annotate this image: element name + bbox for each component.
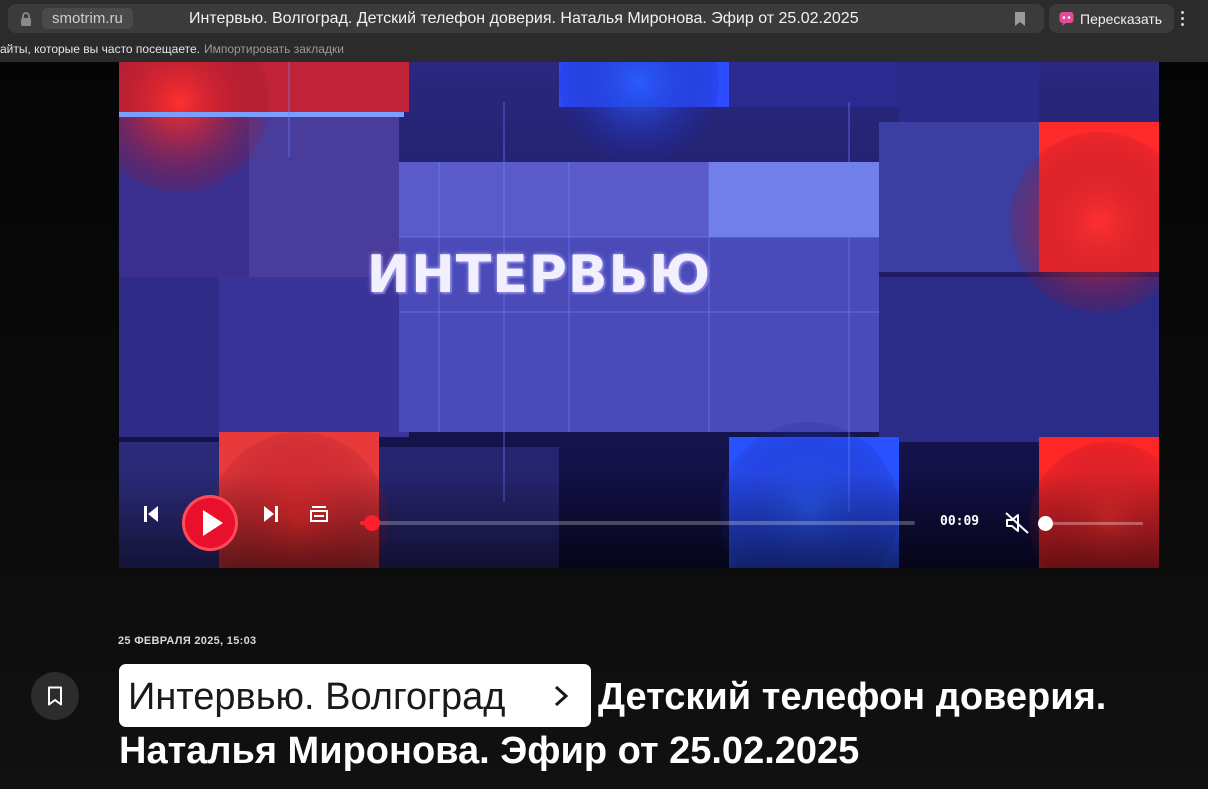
- chevron-right-icon: [554, 685, 569, 707]
- domain-chip[interactable]: smotrim.ru: [42, 8, 133, 29]
- bookmark-icon[interactable]: [1013, 11, 1027, 27]
- playlist-icon[interactable]: [309, 504, 329, 524]
- publish-date: 25 ФЕВРАЛЯ 2025, 15:03: [118, 635, 257, 647]
- retell-label: Пересказать: [1080, 10, 1163, 27]
- video-player[interactable]: ИНТЕРВЬЮ 00:09: [119, 62, 1159, 568]
- next-icon[interactable]: [261, 504, 281, 524]
- previous-icon[interactable]: [141, 504, 161, 524]
- volume-slider[interactable]: [1038, 516, 1143, 531]
- play-button[interactable]: [182, 495, 238, 551]
- page-content: ИНТЕРВЬЮ 00:09 25 ФЕВРАЛЯ 2025, 15:03 Ин…: [0, 62, 1208, 789]
- volume-knob[interactable]: [1038, 516, 1053, 531]
- article-title-line-1: Детский телефон доверия.: [598, 676, 1107, 718]
- bookmark-outline-icon: [48, 686, 62, 706]
- bookmarks-hint: айты, которые вы часто посещаете.: [0, 42, 200, 56]
- article-title-line-2: Наталья Миронова. Эфир от 25.02.2025: [119, 730, 860, 772]
- progress-knob[interactable]: [363, 515, 380, 531]
- progress-bar[interactable]: [360, 515, 915, 531]
- retell-button[interactable]: Пересказать: [1049, 4, 1175, 33]
- import-bookmarks-link[interactable]: Импортировать закладки: [204, 42, 344, 56]
- browser-toolbar: smotrim.ru Интервью. Волгоград. Детский …: [0, 0, 1208, 37]
- page-title-in-address: Интервью. Волгоград. Детский телефон дов…: [189, 10, 859, 27]
- bookmarks-bar: айты, которые вы часто посещаете. Импорти…: [0, 37, 1208, 63]
- lock-icon: [21, 12, 31, 26]
- time-display: 00:09: [940, 514, 980, 529]
- retell-icon: [1059, 12, 1074, 26]
- play-icon: [203, 510, 223, 536]
- browser-menu-icon[interactable]: [1170, 4, 1194, 33]
- breadcrumb-label: Интервью. Волгоград: [128, 676, 506, 718]
- breadcrumb-show-link[interactable]: Интервью. Волгоград: [119, 664, 591, 727]
- save-bookmark-button[interactable]: [31, 672, 79, 720]
- show-logo-text: ИНТЕРВЬЮ: [366, 245, 712, 305]
- mute-icon[interactable]: [1004, 512, 1030, 534]
- address-bar[interactable]: smotrim.ru Интервью. Волгоград. Детский …: [8, 4, 1044, 33]
